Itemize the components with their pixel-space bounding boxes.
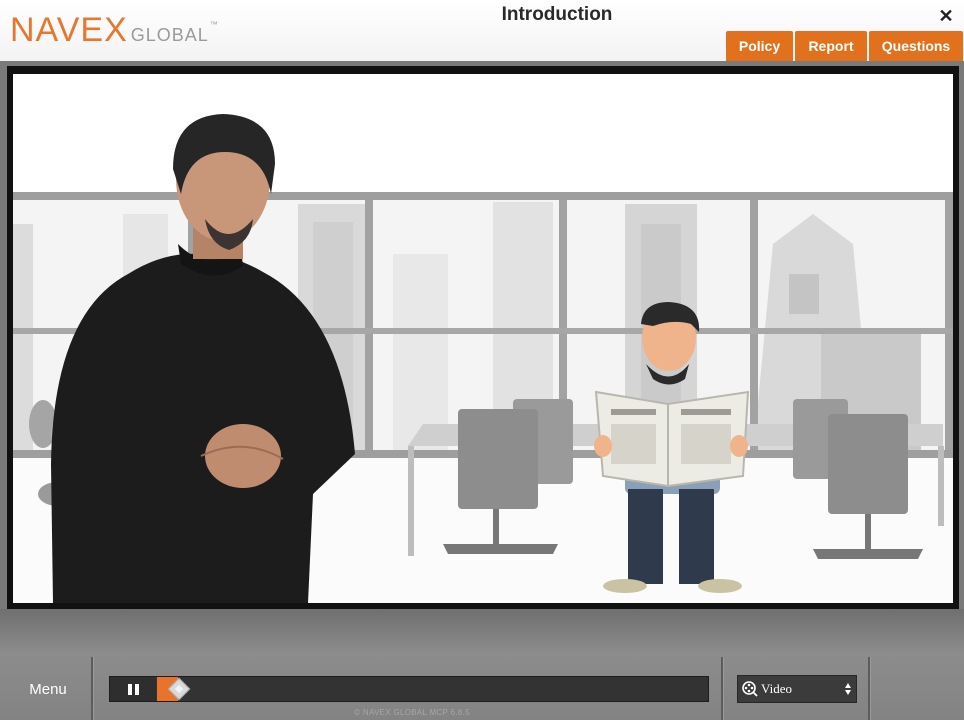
pause-icon[interactable] [110, 677, 156, 701]
navex-global-logo: NAVEX GLOBAL ™ [10, 12, 218, 52]
view-mode-value: Video [761, 681, 792, 696]
logo-subtitle: GLOBAL [130, 25, 209, 45]
logo-wordmark: NAVEX [10, 11, 128, 49]
select-arrows-icon [845, 683, 851, 695]
menu-button[interactable]: Menu [20, 675, 76, 703]
page-title: Introduction [501, 4, 613, 25]
video-frame [7, 66, 959, 609]
version-footer: © NAVEX GLOBAL MCP 6.8.5 [354, 708, 470, 717]
separator [868, 657, 871, 720]
tab-policy[interactable]: Policy [726, 31, 793, 61]
close-icon[interactable]: ✕ [937, 6, 955, 26]
logo-trademark: ™ [209, 20, 218, 29]
tab-report[interactable]: Report [795, 31, 867, 61]
view-mode-select[interactable]: Video [737, 675, 857, 703]
video-scene [13, 74, 953, 603]
tab-group: Policy Report Questions [726, 31, 963, 61]
header-bar: NAVEX GLOBAL ™ Introduction ✕ Policy Rep… [0, 0, 964, 61]
progress-bar[interactable] [109, 676, 709, 702]
video-stage[interactable] [13, 74, 953, 603]
player-controls: Menu Video © NAVEX GLOBAL MCP 6.8.5 [0, 609, 964, 720]
tab-questions[interactable]: Questions [869, 31, 963, 61]
video-icon [742, 681, 758, 697]
